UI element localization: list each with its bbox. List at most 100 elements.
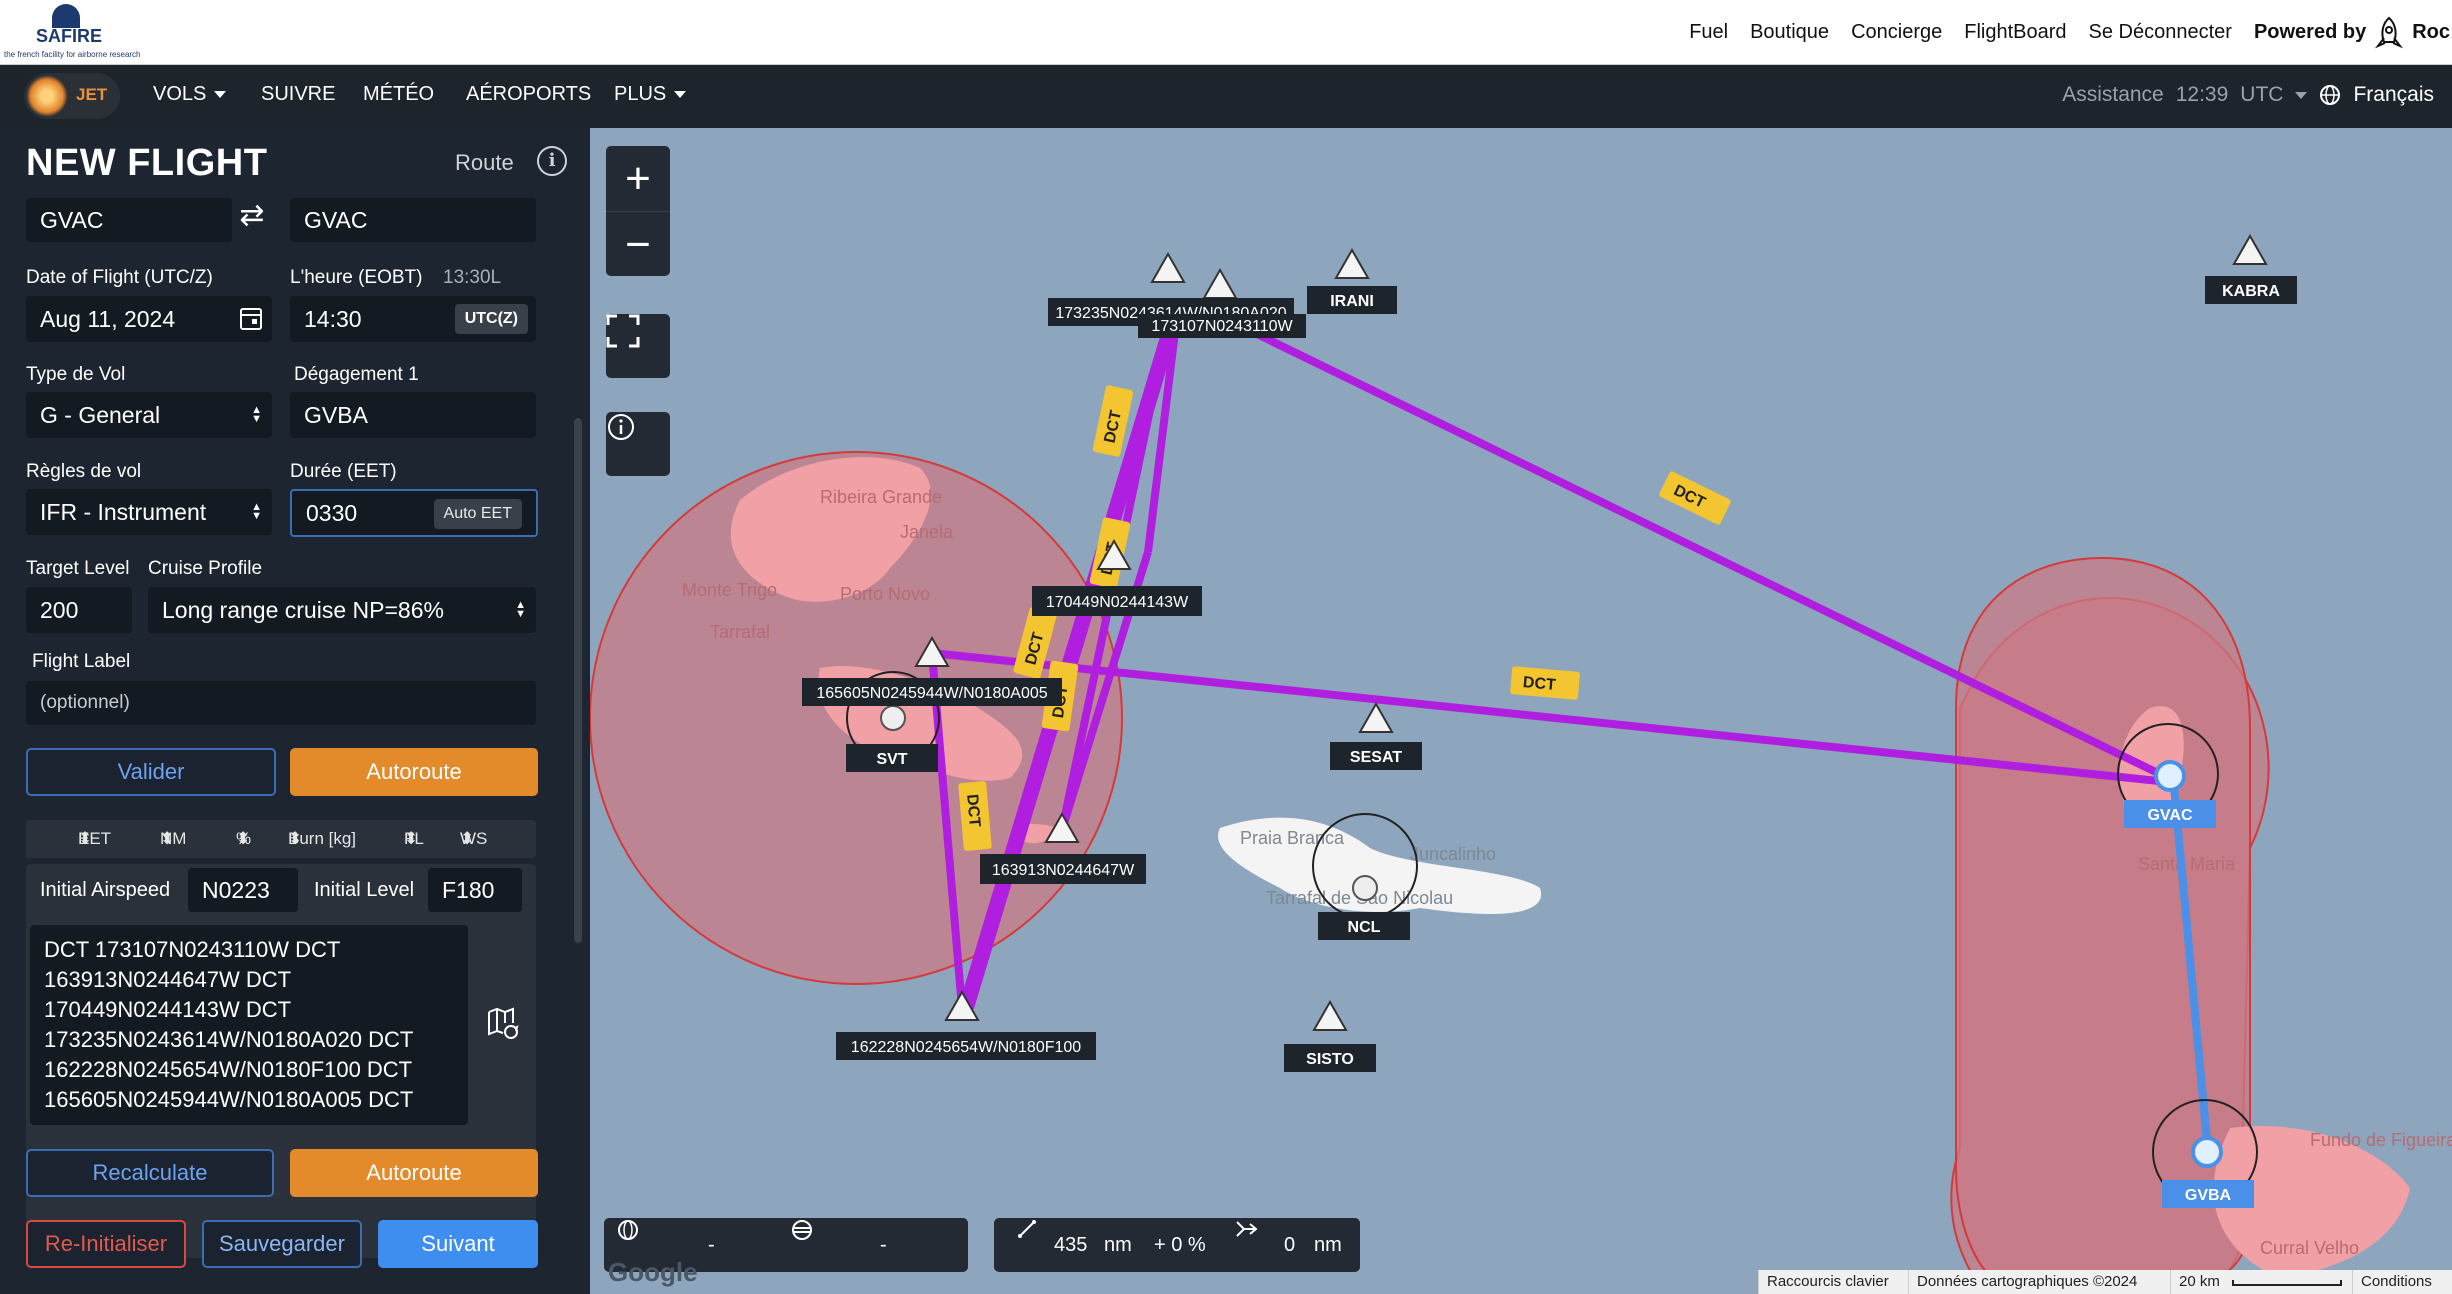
- zoom-out-button[interactable]: −: [606, 211, 670, 276]
- col-burn[interactable]: Burn [kg] ⬍: [288, 829, 356, 849]
- wind-globe-icon[interactable]: [616, 1218, 640, 1242]
- map-info-button[interactable]: [606, 412, 670, 476]
- zoom-in-button[interactable]: +: [606, 146, 670, 211]
- nav-meteo[interactable]: MÉTÉO: [363, 83, 434, 106]
- info-icon[interactable]: i: [537, 146, 567, 176]
- map-scale-label: 20 km: [2179, 1273, 2220, 1290]
- jet-logo[interactable]: JET: [24, 73, 120, 119]
- utc-badge[interactable]: UTC(Z): [454, 304, 528, 334]
- waypoint-label: 165605N0245944W/N0180A005: [816, 685, 1047, 702]
- alternate-field[interactable]: GVBA: [290, 392, 536, 438]
- place-name: Tarrafal: [710, 622, 770, 642]
- keyboard-shortcuts-link[interactable]: Raccourcis clavier: [1758, 1270, 1908, 1294]
- nav-aeroports-label: AÉROPORTS: [466, 83, 592, 105]
- auto-eet-button[interactable]: Auto EET: [433, 499, 522, 529]
- map-view[interactable]: Ribeira Grande Janela Monte Trigo Porto …: [590, 128, 2452, 1294]
- departure-field[interactable]: GVAC: [26, 198, 232, 242]
- clock-timezone[interactable]: UTC: [2240, 83, 2283, 107]
- route-deviation: 0: [1284, 1233, 1296, 1256]
- rocket-icon: [2375, 16, 2404, 48]
- fullscreen-button[interactable]: [606, 314, 670, 378]
- scale-bar: [2232, 1280, 2343, 1286]
- main-nav: JET VOLS SUIVRE MÉTÉO AÉROPORTS PLUS Ass…: [0, 65, 2452, 128]
- safire-logo[interactable]: SAFIRE the french facility for airborne …: [2, 2, 141, 62]
- select-arrows-icon: ▲ ▼: [251, 501, 262, 522]
- google-logo: Google: [608, 1257, 698, 1287]
- nav-vols-label: VOLS: [153, 83, 207, 105]
- initial-airspeed-field[interactable]: N0223: [188, 868, 298, 912]
- flight-label-input[interactable]: (optionnel): [26, 681, 536, 725]
- eobt-field[interactable]: 14:30 UTC(Z): [290, 296, 536, 342]
- waypoint-label: KABRA: [2222, 283, 2280, 300]
- top-links: Fuel Boutique Concierge FlightBoard Se D…: [1689, 0, 2452, 65]
- nav-plus[interactable]: PLUS: [614, 83, 687, 106]
- next-button[interactable]: Suivant: [378, 1220, 538, 1268]
- conditions-link[interactable]: Conditions: [2352, 1270, 2452, 1294]
- map-scale[interactable]: 20 km: [2170, 1270, 2352, 1294]
- language-selector[interactable]: Français: [2353, 83, 2434, 107]
- waypoint-label: 170449N0244143W: [1046, 594, 1189, 611]
- panel-scrollbar[interactable]: [574, 418, 582, 943]
- save-button[interactable]: Sauvegarder: [202, 1220, 362, 1268]
- assistance-link[interactable]: Assistance: [2062, 83, 2164, 107]
- nav-right: Assistance 12:39 UTC Français: [2062, 83, 2434, 107]
- flight-rules-value: IFR - Instrument: [40, 498, 207, 525]
- initial-level-field[interactable]: F180: [428, 868, 522, 912]
- chevron-down-icon[interactable]: [2295, 91, 2308, 99]
- cruise-profile-select[interactable]: Long range cruise NP=86% ▲ ▼: [148, 587, 536, 633]
- place-name: Janela: [900, 522, 954, 542]
- powered-by-label: Powered by: [2253, 21, 2367, 43]
- flight-rules-select[interactable]: IFR - Instrument ▲ ▼: [26, 489, 272, 535]
- autoroute-button[interactable]: Autoroute: [290, 748, 538, 796]
- target-level-label: Target Level: [26, 558, 130, 579]
- col-ws[interactable]: WS ⬍: [460, 829, 487, 849]
- map-bottom-stats-bar: 435 nm + 0 % 0 nm: [994, 1218, 1360, 1272]
- validate-button[interactable]: Valider: [26, 748, 276, 796]
- link-logout[interactable]: Se Déconnecter: [2089, 21, 2232, 44]
- col-nm[interactable]: NM ⬍: [160, 829, 186, 849]
- col-fl-label: FL: [404, 829, 424, 848]
- map-refresh-icon[interactable]: [486, 1006, 520, 1040]
- powered-by: Powered by Roc: [2254, 16, 2450, 50]
- nav-aeroports[interactable]: AÉROPORTS: [466, 83, 591, 106]
- target-level-field[interactable]: 200: [26, 587, 132, 633]
- map-data-attribution: Données cartographiques ©2024: [1908, 1270, 2170, 1294]
- nav-vols[interactable]: VOLS: [153, 83, 227, 106]
- place-name: Santa Maria: [2138, 854, 2236, 874]
- place-name: Juncalinho: [1410, 844, 1496, 864]
- arrival-field[interactable]: GVAC: [290, 198, 536, 242]
- date-field[interactable]: Aug 11, 2024: [26, 296, 272, 342]
- flight-type-select[interactable]: G - General ▲ ▼: [26, 392, 272, 438]
- bottom-value-1: -: [708, 1233, 715, 1256]
- route-link[interactable]: Route: [455, 150, 514, 176]
- page-title: NEW FLIGHT: [26, 142, 268, 184]
- route-string-textarea[interactable]: DCT 173107N0243110W DCT 163913N0244647W …: [30, 925, 468, 1125]
- flight-label-label: Flight Label: [32, 651, 131, 672]
- nav-suivre[interactable]: SUIVRE: [261, 83, 335, 106]
- deviation-icon: [1236, 1221, 1258, 1237]
- link-boutique[interactable]: Boutique: [1750, 21, 1829, 44]
- col-percent[interactable]: % ⬍: [236, 829, 251, 849]
- link-fuel[interactable]: Fuel: [1689, 21, 1728, 44]
- select-arrows-icon: ▲ ▼: [251, 404, 262, 425]
- link-flightboard[interactable]: FlightBoard: [1964, 21, 2066, 44]
- col-fl[interactable]: FL ⬍: [404, 829, 424, 849]
- duration-field[interactable]: 0330 Auto EET: [290, 489, 538, 537]
- airport-icon[interactable]: [1352, 875, 1378, 901]
- airport-icon[interactable]: [880, 705, 906, 731]
- link-concierge[interactable]: Concierge: [1851, 21, 1942, 44]
- route-percent: + 0 %: [1154, 1233, 1206, 1256]
- alternate-airport-icon[interactable]: [2191, 1136, 2223, 1168]
- waypoint-label: SVT: [876, 751, 907, 768]
- reset-button[interactable]: Re-Initialiser: [26, 1220, 186, 1268]
- calendar-icon[interactable]: [240, 308, 262, 330]
- layers-icon[interactable]: [790, 1218, 814, 1242]
- recalculate-button[interactable]: Recalculate: [26, 1149, 274, 1197]
- cruise-profile-label: Cruise Profile: [148, 558, 263, 579]
- jet-logo-text: JET: [76, 85, 108, 104]
- duration-label: Durée (EET): [290, 461, 397, 482]
- swap-icon[interactable]: ⇄: [232, 198, 272, 232]
- departure-airport-icon[interactable]: [2154, 760, 2186, 792]
- col-eet[interactable]: EET ⬍: [78, 829, 111, 849]
- autoroute-button-bottom[interactable]: Autoroute: [290, 1149, 538, 1197]
